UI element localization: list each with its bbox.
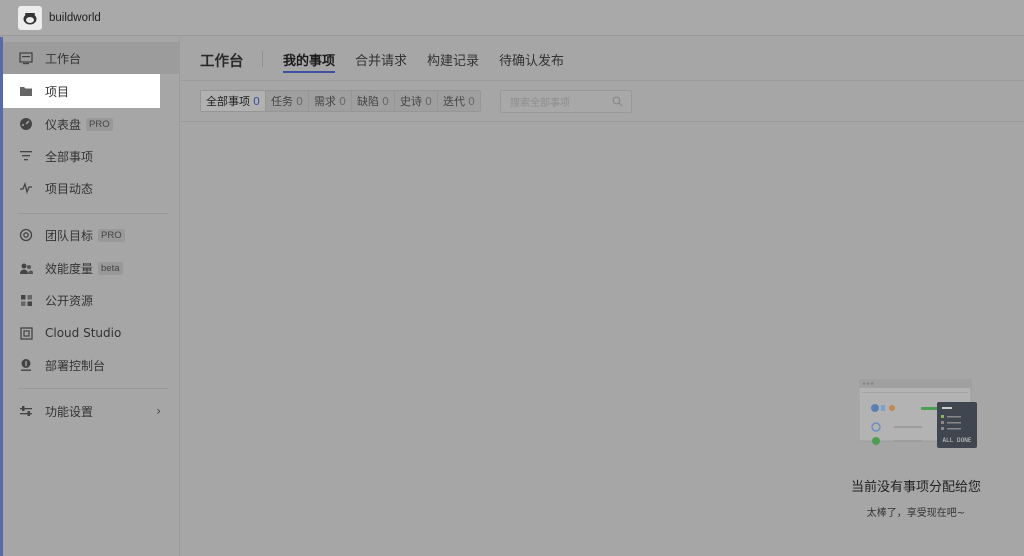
sidebar-item-deploy-console[interactable]: 部署控制台: [3, 349, 179, 381]
search-icon: [612, 96, 623, 110]
sidebar-item-metrics[interactable]: 效能度量 beta: [3, 252, 179, 284]
filter-list-icon: [19, 149, 33, 163]
empty-state-title: 当前没有事项分配给您: [850, 480, 981, 495]
cloud-studio-icon: [19, 326, 33, 340]
activity-icon: [19, 181, 33, 195]
sidebar-item-cloud-studio[interactable]: Cloud Studio: [3, 317, 179, 349]
issue-type-filter: 全部事项 0 任务 0 需求 0 缺陷 0 史诗 0 迭代 0: [200, 90, 481, 112]
sidebar-item-label: 功能设置: [45, 404, 94, 419]
sidebar-item-label: 项目: [45, 84, 70, 99]
sidebar-item-label: 效能度量: [45, 261, 94, 276]
sidebar-item-label: 团队目标: [45, 228, 94, 243]
search-placeholder: 搜索全部事项: [510, 98, 570, 109]
folder-icon: [19, 84, 33, 98]
pro-badge: PRO: [98, 228, 125, 242]
chevron-right-icon: ›: [156, 404, 161, 418]
dashboard-icon: [19, 117, 33, 131]
tab-pending-releases[interactable]: 待确认发布: [499, 50, 564, 69]
team-logo[interactable]: [18, 5, 42, 30]
sidebar-item-projects[interactable]: 项目: [3, 74, 160, 108]
sidebar-item-label: 工作台: [45, 51, 82, 66]
filter-defects[interactable]: 缺陷 0: [352, 91, 395, 111]
all-done-label: ALL DONE: [943, 437, 972, 444]
people-icon: [19, 261, 33, 275]
deploy-icon: [19, 358, 33, 372]
filter-all-issues[interactable]: 全部事项 0: [201, 91, 266, 111]
grid-icon: [19, 293, 33, 307]
filter-requirements[interactable]: 需求 0: [309, 91, 352, 111]
workbench-icon: [19, 51, 33, 65]
sidebar-item-label: 公开资源: [45, 293, 94, 308]
page-title: 工作台: [200, 54, 244, 70]
beta-badge: beta: [98, 261, 123, 275]
filter-iterations[interactable]: 迭代 0: [438, 91, 480, 111]
pro-badge: PRO: [86, 117, 113, 131]
sidebar-item-label: 部署控制台: [45, 358, 106, 373]
header-divider: [262, 51, 263, 67]
settings-sliders-icon: [19, 404, 33, 418]
sidebar-item-label: Cloud Studio: [45, 326, 122, 340]
filter-bar: 全部事项 0 任务 0 需求 0 缺陷 0 史诗 0 迭代 0 搜索全部事项: [181, 81, 1024, 121]
target-icon: [19, 228, 33, 242]
main-header: 工作台 我的事项 合并请求 构建记录 待确认发布: [181, 37, 1024, 81]
filter-tasks[interactable]: 任务 0: [266, 91, 309, 111]
team-avatar-icon: [23, 12, 37, 24]
sidebar-item-dashboard[interactable]: 仪表盘 PRO: [3, 108, 179, 140]
sidebar-item-team-goals[interactable]: 团队目标 PRO: [3, 219, 179, 251]
tab-merge-requests[interactable]: 合并请求: [355, 50, 407, 69]
filter-epics[interactable]: 史诗 0: [395, 91, 438, 111]
sidebar-item-project-activity[interactable]: 项目动态: [3, 172, 179, 204]
sidebar-item-label: 仪表盘: [45, 117, 82, 132]
sidebar-divider: [18, 388, 168, 389]
empty-state-subtitle: 太棒了，享受现在吧~: [866, 508, 966, 519]
search-input[interactable]: 搜索全部事项: [500, 90, 632, 113]
sidebar-item-workbench[interactable]: 工作台: [3, 42, 179, 74]
sidebar-item-label: 全部事项: [45, 149, 94, 164]
sidebar-divider: [18, 213, 168, 214]
sidebar-item-feature-settings[interactable]: 功能设置 ›: [3, 395, 179, 427]
top-bar: buildworld: [0, 0, 1024, 36]
sidebar-item-all-issues[interactable]: 全部事项: [3, 140, 179, 172]
tab-my-issues[interactable]: 我的事项: [283, 50, 335, 69]
sidebar-item-public-resources[interactable]: 公开资源: [3, 284, 179, 316]
team-name[interactable]: buildworld: [49, 12, 101, 24]
active-tab-underline: [283, 71, 335, 73]
sidebar-item-label: 项目动态: [45, 181, 94, 196]
tab-build-records[interactable]: 构建记录: [427, 50, 479, 69]
empty-state-illustration: ALL DONE: [859, 379, 977, 448]
